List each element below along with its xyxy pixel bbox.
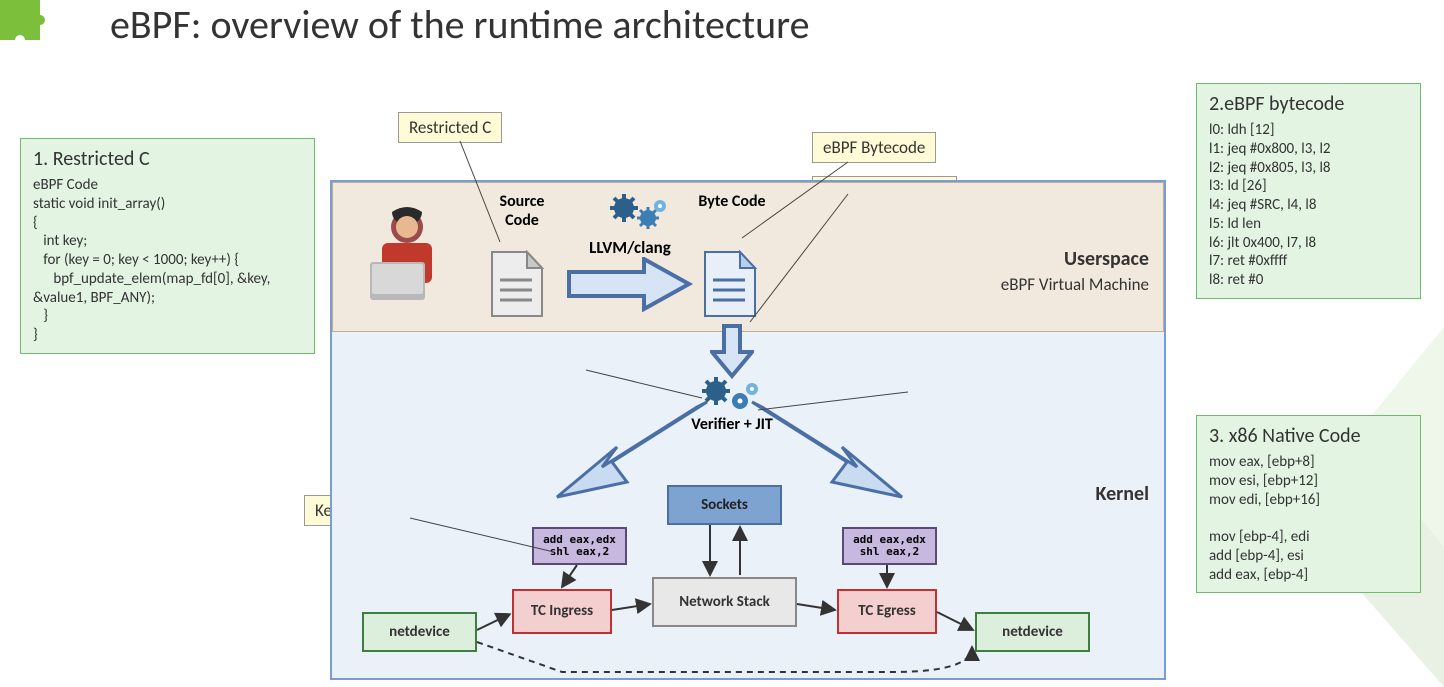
panel-x86-title: 3. x86 Native Code — [1209, 424, 1408, 449]
evm-label: eBPF Virtual Machine — [1001, 274, 1149, 295]
kernel-label: Kernel — [1096, 482, 1149, 506]
bytecode-file-icon — [700, 250, 760, 320]
developer-icon — [362, 207, 452, 307]
puzzle-icon — [0, 0, 60, 45]
panel-bytecode: 2.eBPF bytecode l0: ldh [12]l1: jeq #0x8… — [1196, 83, 1421, 299]
panel-restricted-c-code: eBPF Codestatic void init_array(){ int k… — [33, 176, 302, 345]
byte-code-label: Byte Code — [692, 192, 772, 211]
netdevice-right: netdevice — [975, 612, 1090, 652]
asm-box-right: add eax,edxshl eax,2 — [842, 527, 937, 565]
diagram-container: Source Code LLVM/clang Byte Code Verifie… — [330, 180, 1166, 680]
panel-restricted-c: 1. Restricted C eBPF Codestatic void ini… — [20, 138, 315, 354]
tc-egress-box: TC Egress — [837, 589, 937, 634]
slide-title: eBPF: overview of the runtime architectu… — [110, 0, 810, 49]
source-file-icon — [487, 250, 547, 320]
panel-x86-code: mov eax, [ebp+8]mov esi, [ebp+12]mov edi… — [1209, 453, 1408, 584]
llvm-label: LLVM/clang — [570, 237, 690, 258]
arrow-compile — [564, 257, 694, 312]
panel-bytecode-code: l0: ldh [12]l1: jeq #0x800, l3, l2l2: je… — [1209, 121, 1408, 290]
gears-icon — [610, 194, 670, 234]
userspace-label: Userspace — [1064, 247, 1149, 271]
netdevice-left: netdevice — [362, 612, 477, 652]
source-code-label: Source Code — [482, 192, 562, 230]
panel-restricted-c-title: 1. Restricted C — [33, 147, 302, 172]
asm-box-left: add eax,edxshl eax,2 — [532, 527, 627, 565]
panel-bytecode-title: 2.eBPF bytecode — [1209, 92, 1408, 117]
tc-ingress-box: TC Ingress — [512, 589, 612, 634]
network-stack-box: Network Stack — [652, 577, 797, 627]
callout-restricted-c: Restricted C — [398, 112, 502, 143]
panel-x86: 3. x86 Native Code mov eax, [ebp+8]mov e… — [1196, 415, 1421, 593]
arrow-inject — [710, 324, 754, 379]
sockets-box: Sockets — [667, 485, 782, 525]
callout-ebpf-bytecode: eBPF Bytecode — [812, 132, 936, 163]
